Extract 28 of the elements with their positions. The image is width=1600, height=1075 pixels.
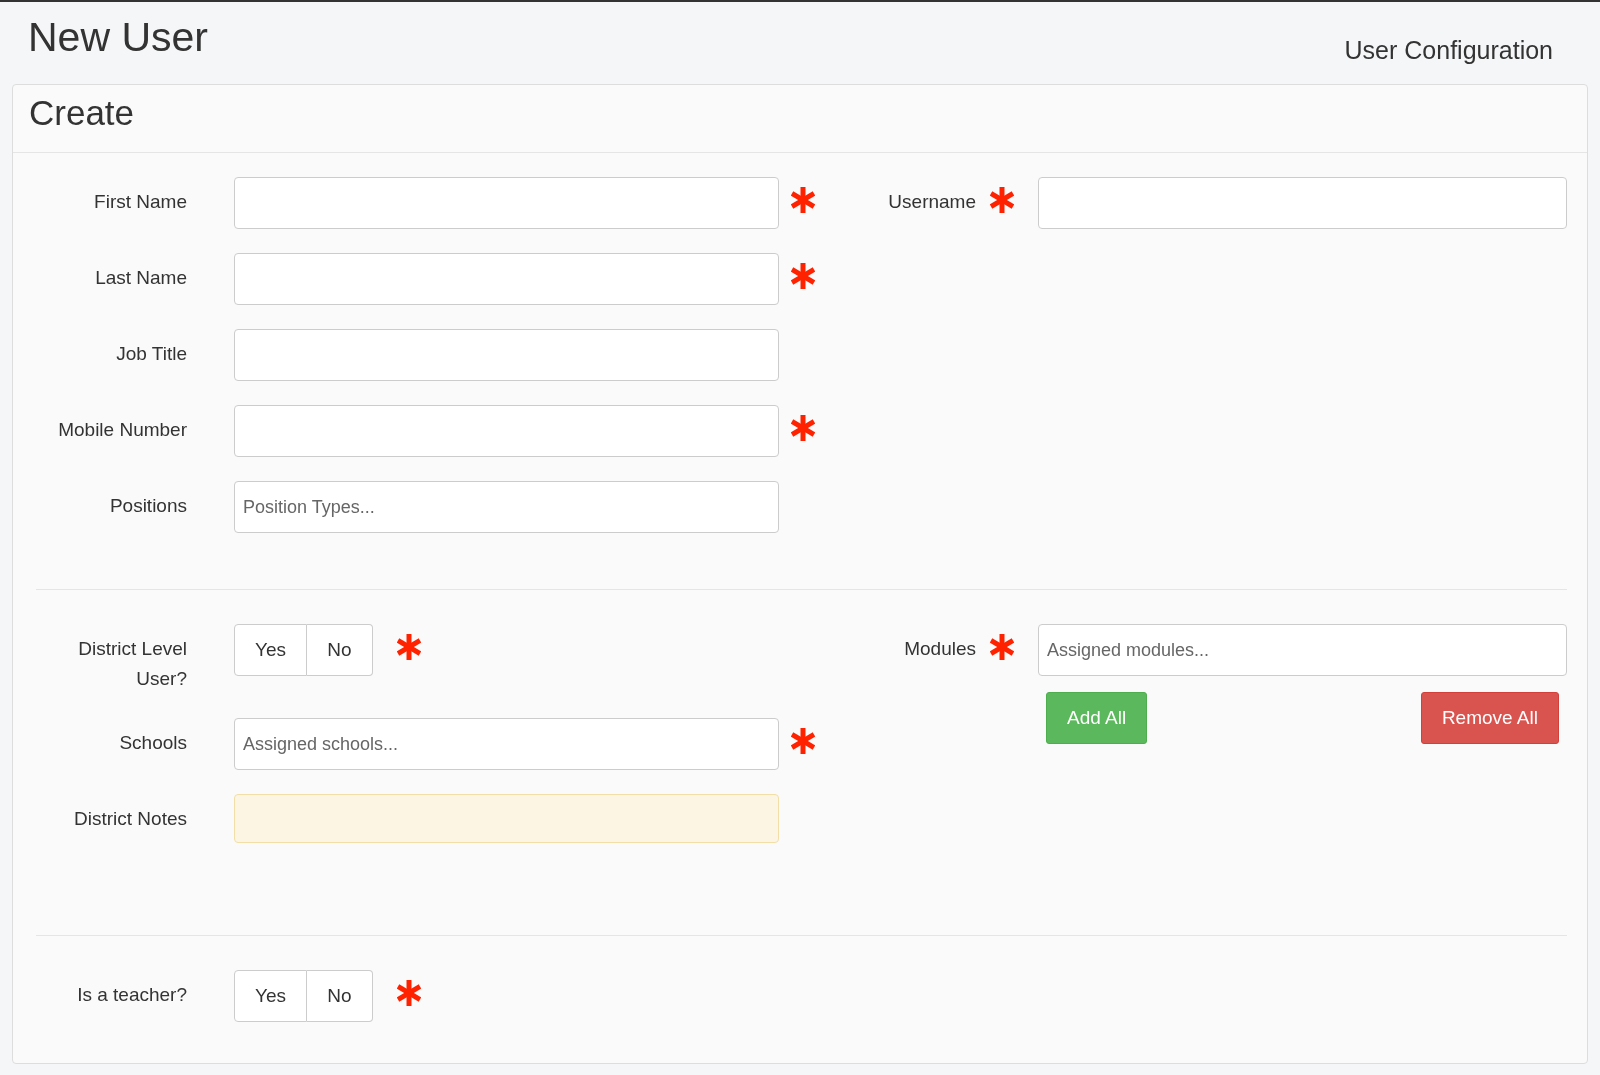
toggle-button[interactable]: No	[307, 970, 373, 1022]
toggle-button[interactable]: Yes	[234, 624, 307, 676]
text-field[interactable]	[234, 253, 779, 305]
text-field[interactable]	[234, 177, 779, 229]
text-field[interactable]	[234, 329, 779, 381]
text-field[interactable]: Assigned modules...	[1038, 624, 1567, 676]
field-label: Modules	[903, 637, 977, 661]
field-label: Mobile Number	[57, 418, 188, 442]
field-label: First Name	[93, 190, 188, 214]
field-label: Last Name	[94, 266, 188, 290]
text-field[interactable]: Assigned schools...	[234, 718, 779, 770]
notes-field[interactable]	[234, 794, 779, 843]
field-label: Schools	[118, 731, 188, 755]
field-label: Username	[887, 190, 977, 214]
toggle-button[interactable]: Yes	[234, 970, 307, 1022]
field-label: Job Title	[115, 342, 188, 366]
field-label: Positions	[108, 494, 188, 518]
text-field[interactable]: Position Types...	[234, 481, 779, 533]
text-field[interactable]	[1038, 177, 1567, 229]
text-field[interactable]	[234, 405, 779, 457]
page-title: New User	[28, 14, 208, 61]
field-label: District Level User?	[77, 637, 188, 691]
field-label: Is a teacher?	[76, 983, 188, 1007]
toggle-button[interactable]: No	[307, 624, 373, 676]
remove-all-button[interactable]: Remove All	[1420, 692, 1559, 744]
panel-title: Create	[29, 93, 136, 133]
field-label: District Notes	[73, 807, 188, 831]
breadcrumb: User Configuration	[1344, 36, 1553, 65]
